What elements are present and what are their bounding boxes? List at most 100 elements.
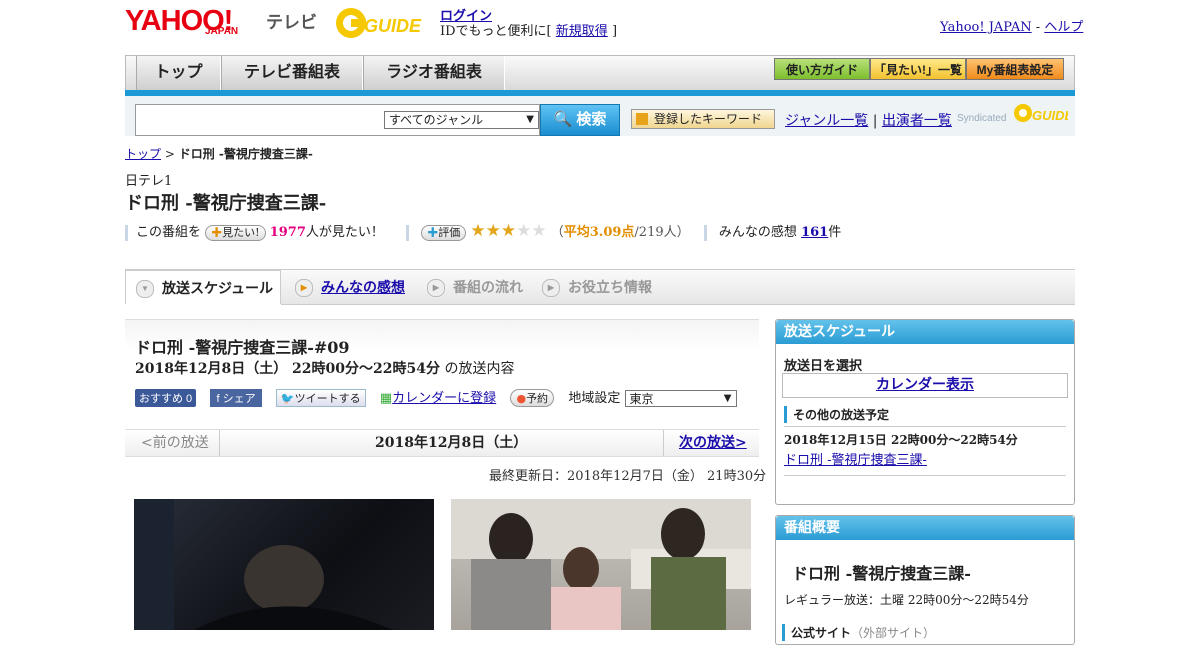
syndicated-label: Syndicated bbox=[957, 113, 1007, 124]
episode-photo-1 bbox=[134, 499, 434, 630]
external-note: （外部サイト） bbox=[851, 626, 936, 640]
help-link[interactable]: ヘルプ bbox=[1044, 20, 1083, 35]
my-schedule-button[interactable]: My番組表設定 bbox=[966, 58, 1064, 80]
reviews-prefix: みんなの感想 bbox=[718, 225, 797, 240]
facebook-share-button[interactable]: f シェア bbox=[210, 389, 262, 407]
mitai-count: 1977 bbox=[269, 225, 306, 240]
tweet-button[interactable]: 🐦ツイートする bbox=[275, 389, 366, 407]
channel-name: 日テレ1 bbox=[125, 174, 173, 189]
episode-datetime: 2018年12月8日（土） 22時00分～22時54分 bbox=[135, 361, 440, 377]
reserve-button[interactable]: ●予約 bbox=[510, 389, 555, 407]
region-value: 東京 bbox=[629, 392, 654, 406]
tab-schedule[interactable]: ▼ 放送スケジュール bbox=[125, 270, 281, 304]
rating-count: /219人） bbox=[634, 225, 690, 240]
guide-button[interactable]: 使い方ガイド bbox=[774, 58, 870, 80]
reviews-count-link[interactable]: 161 bbox=[801, 225, 828, 240]
schedule-panel: 放送スケジュール 放送日を選択 カレンダー表示 その他の放送予定 2018年12… bbox=[775, 319, 1075, 505]
play-icon: ▶ bbox=[295, 279, 313, 298]
play-icon: ▶ bbox=[427, 279, 445, 298]
divider bbox=[406, 224, 410, 241]
calendar-box: カレンダー表示 bbox=[782, 373, 1068, 398]
scene-street bbox=[451, 499, 751, 630]
episode-date-suffix: の放送内容 bbox=[444, 361, 515, 377]
mitai-button-label: 見たい! bbox=[222, 226, 260, 239]
id-promo-close: ] bbox=[611, 24, 618, 39]
search-button-label: 検索 bbox=[576, 111, 607, 128]
chevron-down-icon: ▼ bbox=[136, 280, 154, 299]
tab-flow[interactable]: ▶ 番組の流れ bbox=[427, 270, 537, 304]
search-button[interactable]: 🔍 検索 bbox=[540, 104, 620, 136]
mitai-prefix: この番組を bbox=[136, 225, 202, 240]
tab-flow-label: 番組の流れ bbox=[453, 279, 523, 295]
episode-pager: <前の放送 2018年12月8日（土） 次の放送> bbox=[125, 429, 759, 457]
reviews-suffix: 件 bbox=[828, 225, 842, 240]
search-icon: 🔍 bbox=[553, 111, 573, 128]
genre-list-link[interactable]: ジャンル一覧 bbox=[785, 113, 868, 129]
calendar-icon: ▦ bbox=[379, 391, 393, 406]
new-account-link[interactable]: 新規取得 bbox=[556, 24, 608, 39]
dropdown-arrow-icon bbox=[636, 113, 648, 125]
top-right-links: Yahoo! JAPAN - ヘルプ bbox=[940, 16, 1083, 35]
breadcrumb-sep: > bbox=[164, 147, 175, 161]
tab-schedule-label: 放送スケジュール bbox=[162, 280, 274, 296]
summary-panel-title: 番組概要 bbox=[776, 516, 1074, 540]
search-links: ジャンル一覧 | 出演者一覧 bbox=[785, 110, 952, 130]
average-open: （ bbox=[550, 225, 564, 240]
gguide-text: GUIDE bbox=[364, 16, 422, 36]
mitai-list-button[interactable]: 「見たい!」一覧 bbox=[870, 58, 966, 80]
official-site-label: 公式サイト bbox=[791, 626, 852, 640]
keyword-button[interactable]: 登録したキーワード bbox=[631, 109, 775, 129]
program-tabs: ▼ 放送スケジュール ▶ みんなの感想 ▶ 番組の流れ ▶ お役立ち情報 bbox=[125, 269, 1075, 306]
mitai-suffix: 人が見たい！ bbox=[305, 225, 384, 240]
region-select[interactable]: 東京 ▼ bbox=[624, 390, 737, 407]
average-score: 平均3.09点 bbox=[563, 225, 635, 240]
link-divider: | bbox=[872, 113, 878, 129]
tab-reviews[interactable]: ▶ みんなの感想 bbox=[295, 270, 425, 304]
next-episode-link[interactable]: 次の放送> bbox=[679, 430, 747, 456]
calendar-display-link[interactable]: カレンダー表示 bbox=[876, 377, 974, 393]
breadcrumb-top-link[interactable]: トップ bbox=[125, 147, 161, 161]
mitai-button[interactable]: ✚見たい! bbox=[205, 225, 266, 241]
tab-info[interactable]: ▶ お役立ち情報 bbox=[542, 270, 672, 304]
episode-photo-2 bbox=[451, 499, 751, 630]
id-promo: IDでもっと便利に[ 新規取得 ] bbox=[440, 20, 617, 39]
breadcrumb-current: ドロ刑 -警視庁捜査三課- bbox=[178, 147, 313, 161]
record-icon: ● bbox=[516, 392, 527, 405]
divider bbox=[784, 475, 1066, 476]
facebook-share-label: シェア bbox=[222, 393, 256, 405]
select-date-label: 放送日を選択 bbox=[784, 359, 863, 374]
star-icon: ★ bbox=[516, 221, 532, 241]
genre-select[interactable]: すべてのジャンル ▼ bbox=[384, 111, 539, 129]
star-icon: ★ bbox=[485, 221, 501, 241]
average-rating: （平均3.09点/219人） bbox=[551, 225, 690, 240]
star-icon: ★ bbox=[531, 221, 547, 241]
gguide-logo: GUIDE bbox=[336, 8, 422, 38]
other-schedule-date: 2018年12月15日 22時00分～22時54分 bbox=[784, 433, 1018, 447]
page-title: ドロ刑 -警視庁捜査三課- bbox=[125, 193, 327, 214]
yahoo-japan-link[interactable]: Yahoo! JAPAN bbox=[940, 20, 1032, 35]
other-schedule-title: その他の放送予定 bbox=[784, 406, 889, 423]
divider bbox=[125, 224, 128, 241]
nav-tab-radio[interactable]: ラジオ番組表 bbox=[363, 56, 505, 90]
divider bbox=[703, 224, 707, 241]
other-schedule-link[interactable]: ドロ刑 -警視庁捜査三課- bbox=[784, 449, 927, 468]
divider bbox=[663, 430, 664, 456]
tweet-label: ツイートする bbox=[294, 393, 361, 405]
nav-tab-tv[interactable]: テレビ番組表 bbox=[221, 56, 363, 90]
facebook-like-button[interactable]: おすすめ 0 bbox=[135, 389, 197, 407]
episode-title: ドロ刑 -警視庁捜査三課-#09 bbox=[135, 338, 350, 357]
tab-info-label: お役立ち情報 bbox=[568, 279, 652, 295]
nav-tab-top[interactable]: トップ bbox=[136, 56, 221, 90]
tab-reviews-label: みんなの感想 bbox=[321, 279, 405, 295]
rate-button[interactable]: ✚評価 bbox=[421, 225, 467, 241]
prev-episode: <前の放送 bbox=[141, 435, 209, 451]
main-nav: トップ テレビ番組表 ラジオ番組表 使い方ガイド 「見たい!」一覧 My番組表設… bbox=[125, 55, 1075, 91]
rate-button-label: 評価 bbox=[438, 226, 461, 239]
calendar-register-link[interactable]: カレンダーに登録 bbox=[392, 391, 496, 406]
link-separator: - bbox=[1035, 20, 1041, 35]
play-icon: ▶ bbox=[542, 279, 560, 298]
plus-icon: ✚ bbox=[427, 226, 439, 239]
chevron-down-icon: ▼ bbox=[723, 393, 732, 404]
performer-list-link[interactable]: 出演者一覧 bbox=[882, 113, 952, 129]
summary-panel: 番組概要 ドロ刑 -警視庁捜査三課- レギュラー放送：土曜 22時00分～22時… bbox=[775, 515, 1075, 645]
